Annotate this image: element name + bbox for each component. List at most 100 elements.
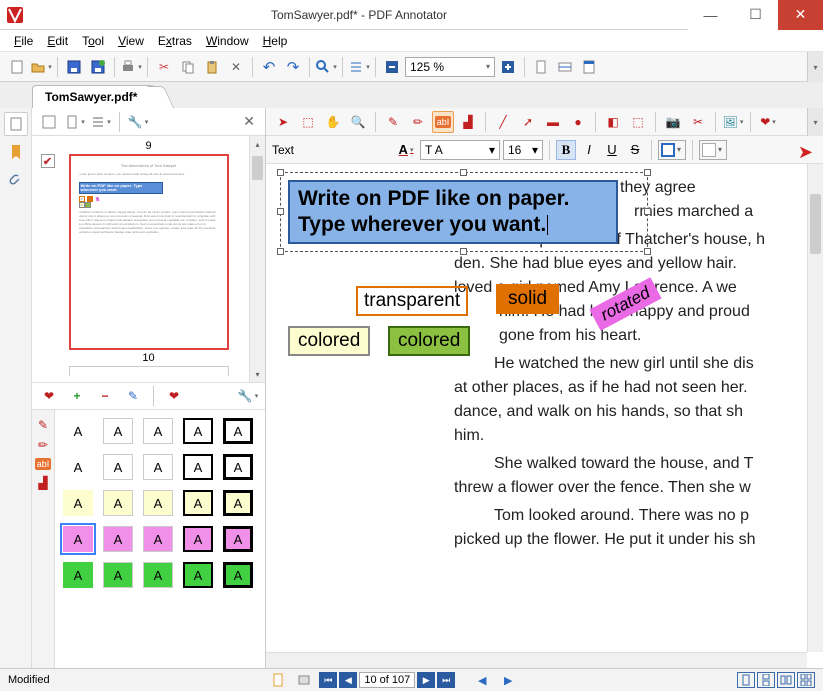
preset-fav-button[interactable]: ❤ xyxy=(38,385,60,407)
text-preset[interactable]: A xyxy=(63,526,93,552)
text-preset[interactable]: A xyxy=(223,454,253,480)
tool-marker-icon[interactable]: ✏ xyxy=(38,438,48,452)
text-preset[interactable]: A xyxy=(143,526,173,552)
zoom-select[interactable]: 125 %▾ xyxy=(405,57,495,77)
fit-page-button[interactable] xyxy=(578,56,600,78)
redo-button[interactable]: ↷ xyxy=(282,56,304,78)
border-color-button[interactable]: ▾ xyxy=(658,140,686,160)
view-two-continuous-button[interactable] xyxy=(797,672,815,688)
tool-favorite[interactable]: ❤▾ xyxy=(757,111,779,133)
menu-edit[interactable]: Edit xyxy=(41,32,74,50)
font-select[interactable]: T A▾ xyxy=(420,140,500,160)
tool-text-icon[interactable]: abI xyxy=(35,458,52,470)
annotation-colored-yellow[interactable]: colored xyxy=(288,326,370,356)
document-tab[interactable]: TomSawyer.pdf* xyxy=(32,85,162,108)
open-button[interactable]: ▾ xyxy=(30,56,52,78)
view-single-button[interactable] xyxy=(737,672,755,688)
text-preset[interactable]: A xyxy=(143,454,173,480)
text-preset[interactable]: A xyxy=(63,454,93,480)
tool-snapshot[interactable]: 📷 xyxy=(662,111,684,133)
text-preset[interactable]: A xyxy=(103,418,133,444)
page-next-button[interactable]: ▶ xyxy=(417,672,435,688)
horizontal-scrollbar[interactable] xyxy=(266,652,807,668)
text-preset[interactable]: A xyxy=(63,490,93,516)
document-page[interactable]: nished, they agree rmies marched a As he… xyxy=(266,164,823,668)
text-preset[interactable]: A xyxy=(183,562,213,588)
tool-crop[interactable]: ✂ xyxy=(687,111,709,133)
thumbnails-page-button[interactable]: ▾ xyxy=(64,111,86,133)
nav-forward-button[interactable]: ▶ xyxy=(497,669,519,691)
cut-button[interactable]: ✂ xyxy=(153,56,175,78)
annot-toolbar-overflow[interactable]: ▾ xyxy=(807,108,823,136)
status-snapshot-icon[interactable] xyxy=(293,669,315,691)
thumbnails-list-button[interactable]: ▾ xyxy=(90,111,112,133)
text-preset[interactable]: A xyxy=(103,454,133,480)
preset-fav2-button[interactable]: ❤ xyxy=(163,385,185,407)
page-prev-button[interactable]: ◀ xyxy=(339,672,357,688)
menu-help[interactable]: Help xyxy=(257,32,294,50)
menu-extras[interactable]: Extras xyxy=(152,32,198,50)
paste-button[interactable] xyxy=(201,56,223,78)
save-as-button[interactable] xyxy=(87,56,109,78)
side-tab-bookmarks[interactable] xyxy=(4,140,28,164)
text-preset[interactable]: A xyxy=(183,454,213,480)
tool-rect[interactable]: ▬ xyxy=(542,111,564,133)
fit-width-button[interactable] xyxy=(554,56,576,78)
preset-add-button[interactable]: + xyxy=(66,385,88,407)
preset-settings-button[interactable]: 🔧▾ xyxy=(237,385,259,407)
nav-back-button[interactable]: ◀ xyxy=(471,669,493,691)
annotation-colored-green[interactable]: colored xyxy=(388,326,470,356)
window-close-button[interactable]: ✕ xyxy=(778,0,823,30)
tool-lasso[interactable]: ⬚ xyxy=(297,111,319,133)
text-preset[interactable]: A xyxy=(63,418,93,444)
zoom-out-button[interactable] xyxy=(381,56,403,78)
tool-pen[interactable]: ✎ xyxy=(382,111,404,133)
tool-marker[interactable]: ✏ xyxy=(407,111,429,133)
tool-line[interactable]: ╱ xyxy=(492,111,514,133)
tool-eraser[interactable]: ◧ xyxy=(602,111,624,133)
menu-file[interactable]: File xyxy=(8,32,39,50)
tool-pen-icon[interactable]: ✎ xyxy=(38,418,48,432)
tool-stamp[interactable]: ▟ xyxy=(457,111,479,133)
text-preset[interactable]: A xyxy=(63,562,93,588)
page-last-button[interactable]: ⏭ xyxy=(437,672,455,688)
tool-select[interactable]: ➤ xyxy=(272,111,294,133)
save-button[interactable] xyxy=(63,56,85,78)
text-preset[interactable]: A xyxy=(143,418,173,444)
tool-arrow[interactable]: ➚ xyxy=(517,111,539,133)
window-minimize-button[interactable]: — xyxy=(688,0,733,30)
page-thumbnail[interactable]: ✔ The Adventures of Tom Sawyer Lorem ips… xyxy=(69,154,229,350)
text-preset[interactable]: A xyxy=(143,490,173,516)
find-button[interactable]: ▾ xyxy=(315,56,337,78)
side-tab-pages[interactable] xyxy=(4,112,28,136)
side-panel-close-button[interactable]: ✕ xyxy=(239,113,259,130)
text-preset[interactable]: A xyxy=(103,490,133,516)
tool-stamp-icon[interactable]: ▟ xyxy=(38,476,47,490)
text-preset[interactable]: A xyxy=(183,526,213,552)
menu-tool[interactable]: Tool xyxy=(76,32,110,50)
vertical-scrollbar[interactable] xyxy=(807,164,823,652)
underline-button[interactable]: U xyxy=(602,140,622,160)
preset-remove-button[interactable]: − xyxy=(94,385,116,407)
toolbar-overflow-button[interactable]: ▾ xyxy=(807,52,823,82)
new-button[interactable] xyxy=(6,56,28,78)
annotation-solid[interactable]: solid xyxy=(496,284,559,314)
text-preset[interactable]: A xyxy=(183,418,213,444)
text-preset[interactable]: A xyxy=(223,490,253,516)
menu-window[interactable]: Window xyxy=(200,32,255,50)
tool-erase-area[interactable]: ⬚ xyxy=(627,111,649,133)
undo-button[interactable]: ↶ xyxy=(258,56,280,78)
status-page-icon[interactable] xyxy=(267,669,289,691)
side-tab-attachments[interactable] xyxy=(4,168,28,192)
copy-button[interactable] xyxy=(177,56,199,78)
annotation-transparent[interactable]: transparent xyxy=(356,286,468,316)
zoom-in-button[interactable] xyxy=(497,56,519,78)
list-button[interactable]: ▾ xyxy=(348,56,370,78)
window-maximize-button[interactable]: ☐ xyxy=(733,0,778,30)
print-button[interactable]: ▾ xyxy=(120,56,142,78)
fill-color-button[interactable]: ▾ xyxy=(699,140,727,160)
text-preset[interactable]: A xyxy=(223,418,253,444)
menu-view[interactable]: View xyxy=(112,32,150,50)
tool-pan[interactable]: ✋ xyxy=(322,111,344,133)
tool-image[interactable]: 🖼▾ xyxy=(722,111,744,133)
